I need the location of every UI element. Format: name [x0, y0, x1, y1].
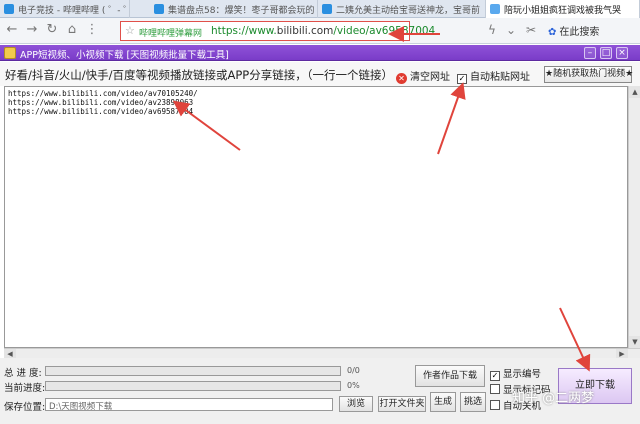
menu-dots-icon[interactable]: ⋮ [84, 22, 100, 38]
show-number-label: 显示编号 [503, 369, 542, 380]
address-bar[interactable]: ☆ 哔哩哔哩弹幕网 https://www.bilibili.com/video… [120, 21, 435, 41]
watermark-text: 知乎 @二两梦 [512, 391, 595, 406]
bookmark-star-icon[interactable]: ☆ [125, 24, 135, 37]
url-textarea[interactable]: https://www.bilibili.com/video/av7010524… [4, 86, 628, 348]
bilibili-tab-icon [322, 4, 332, 14]
browser-tab-strip: 电子竞技 - 哔哩哔哩 ( ゜- ゜)つロ 干杯~-bili 集谱盘点58：爆笑… [0, 0, 640, 18]
url-line: https://www.bilibili.com/video/av6958700… [8, 107, 194, 116]
back-arrow-icon[interactable]: ← [4, 22, 20, 38]
autopaste-label: 自动粘贴网址 [470, 72, 530, 83]
browser-tab[interactable]: 集谱盘点58：爆笑！枣子哥都会玩的 [150, 0, 318, 18]
save-location-label: 保存位置: [4, 402, 46, 413]
baidu-paw-icon: ✿ [548, 27, 557, 38]
scroll-down-icon[interactable]: ▼ [629, 336, 640, 348]
bilibili-tab-icon [4, 4, 14, 14]
maximize-icon[interactable]: □ [600, 47, 612, 59]
url-line: https://www.bilibili.com/video/av7010524… [8, 89, 198, 98]
url-prefix: https://www. [211, 25, 277, 37]
browser-nav-bar: ← → ↻ ⌂ ⋮ ☆ 哔哩哔哩弹幕网 https://www.bilibili… [0, 18, 640, 44]
dropdown-chevron-icon[interactable]: ⌄ [506, 23, 516, 37]
open-folder-button[interactable]: 打开文件夹 [378, 396, 426, 412]
tab-label: 集谱盘点58：爆笑！枣子哥都会玩的 [168, 6, 315, 16]
autopaste-check-icon: ✓ [457, 74, 467, 84]
cut-icon[interactable]: ✂ [526, 23, 536, 37]
total-progress-bar [45, 366, 341, 376]
generate-button[interactable]: 生成 [430, 392, 456, 412]
minimize-icon[interactable]: – [584, 47, 596, 59]
search-box[interactable]: ✿ 在此搜索 [548, 23, 599, 38]
site-tag: 哔哩哔哩弹幕网 [139, 29, 203, 39]
horizontal-scrollbar[interactable]: ◀ ▶ [4, 348, 640, 359]
url-line: https://www.bilibili.com/video/av2389806… [8, 98, 194, 107]
app-toolbar: 好看/抖音/火山/快手/百度等视频播放链接或APP分享链接，（一行一个链接） ✕… [0, 62, 640, 86]
instruction-text: 好看/抖音/火山/快手/百度等视频播放链接或APP分享链接，（一行一个链接） [5, 68, 393, 82]
browser-tab-active[interactable]: 陪玩小姐姐疯狂调戏被我气哭 [486, 0, 640, 18]
show-title-check-icon [490, 384, 500, 394]
lightning-icon[interactable]: ϟ [488, 23, 496, 37]
clear-urls-label: 清空网址 [410, 72, 450, 83]
home-icon[interactable]: ⌂ [64, 22, 80, 38]
close-icon[interactable]: × [616, 47, 628, 59]
current-progress-value: 0% [347, 381, 360, 390]
clear-x-icon: ✕ [396, 73, 407, 84]
pick-button[interactable]: 挑选 [460, 392, 486, 412]
app-icon [4, 47, 16, 59]
app-title: APP短视频、小视频下载 [天图视频批量下载工具] [20, 50, 229, 61]
autopaste-checkbox[interactable]: ✓ 自动粘贴网址 [457, 68, 530, 84]
bilibili-tab-icon [490, 4, 500, 14]
total-progress-label: 总 进 度: [4, 368, 42, 379]
refresh-icon[interactable]: ↻ [44, 22, 60, 38]
show-number-checkbox[interactable]: ✓ 显示编号 [490, 366, 541, 381]
random-hot-video-button[interactable]: ★随机获取热门视频★ [544, 66, 633, 83]
tab-label: 陪玩小姐姐疯狂调戏被我气哭 [504, 6, 622, 16]
author-works-download-button[interactable]: 作者作品下载 [415, 365, 485, 387]
current-progress-bar [45, 381, 341, 391]
total-progress-value: 0/0 [347, 366, 360, 375]
tab-label: 二姨允美主动给宝哥送神龙，宝哥前 [336, 6, 481, 16]
bilibili-tab-icon [154, 4, 164, 14]
app-title-bar: APP短视频、小视频下载 [天图视频批量下载工具] – □ × [0, 45, 640, 61]
address-url[interactable]: https://www.bilibili.com/video/av6958700… [211, 25, 435, 37]
vertical-scrollbar[interactable]: ▲ ▼ [628, 86, 640, 348]
forward-arrow-icon[interactable]: → [24, 22, 40, 38]
tab-label: 电子竞技 - 哔哩哔哩 ( ゜- ゜)つロ 干杯~-bili [18, 6, 129, 16]
show-number-check-icon: ✓ [490, 371, 500, 381]
save-path-input[interactable]: D:\天图视频下载 [45, 398, 333, 412]
browse-button[interactable]: 浏览 [339, 396, 373, 412]
scroll-up-icon[interactable]: ▲ [629, 86, 640, 98]
auto-shutdown-check-icon [490, 400, 500, 410]
clear-urls-button[interactable]: ✕ 清空网址 [396, 68, 450, 84]
search-label: 在此搜索 [559, 27, 600, 38]
browser-tab[interactable]: 二姨允美主动给宝哥送神龙，宝哥前 [318, 0, 486, 18]
browser-tab[interactable]: 电子竞技 - 哔哩哔哩 ( ゜- ゜)つロ 干杯~-bili [0, 0, 130, 18]
url-domain: bilibili.com [276, 25, 334, 37]
current-progress-label: 当前进度: [4, 383, 46, 394]
url-path: /video/av69587004 [333, 25, 436, 37]
